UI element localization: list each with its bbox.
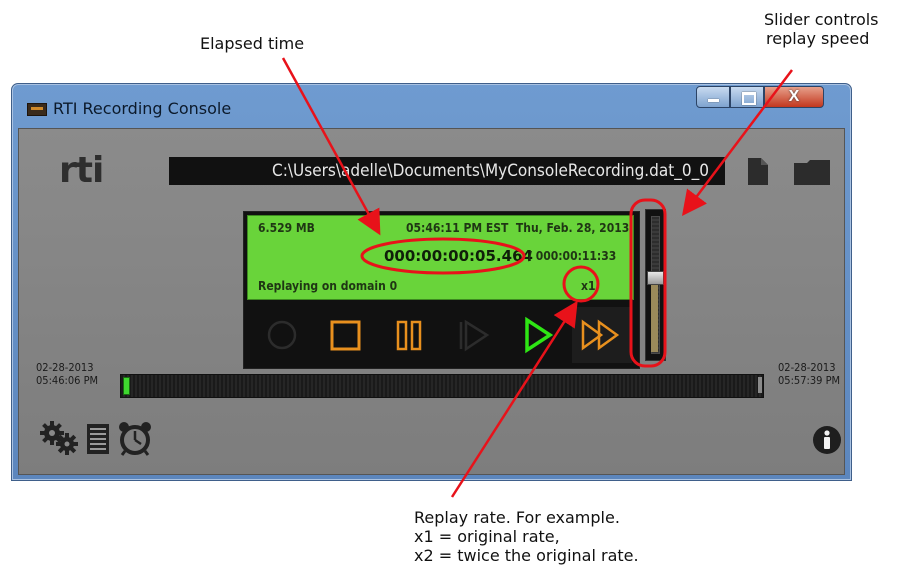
folder-icon[interactable] <box>794 160 830 185</box>
play-button[interactable] <box>508 307 568 363</box>
callout-elapsed-time: Elapsed time <box>200 34 305 53</box>
stop-button[interactable] <box>316 307 376 363</box>
callout-rate-line1: Replay rate. For example. <box>414 508 620 527</box>
elapsed-time: 000:00:00:05.464 <box>384 247 533 265</box>
step-button[interactable] <box>444 307 504 363</box>
transport-controls <box>247 307 634 363</box>
recording-console-window: RTI Recording Console X rti C:\Users\ade… <box>11 83 852 481</box>
maximize-button[interactable] <box>730 86 764 108</box>
window-title: RTI Recording Console <box>53 99 232 118</box>
app-icon <box>27 103 47 116</box>
minimize-icon <box>708 99 719 102</box>
alarm-clock-icon[interactable] <box>117 420 153 456</box>
rti-logo: rti <box>59 150 104 191</box>
timeline-end-marker <box>758 377 762 393</box>
callout-slider-line2: replay speed <box>766 29 870 48</box>
info-icon[interactable] <box>812 425 842 455</box>
status-display: 6.529 MB 05:46:11 PM EST Thu, Feb. 28, 2… <box>247 215 634 300</box>
speed-slider[interactable] <box>645 209 666 361</box>
timeline-end-time: 05:57:39 PM <box>778 374 841 387</box>
file-path-field[interactable]: C:\Users\adelle\Documents\MyConsoleRecor… <box>169 157 725 185</box>
timeline-position-marker[interactable] <box>123 377 130 395</box>
console-body: rti C:\Users\adelle\Documents\MyConsoleR… <box>18 128 845 475</box>
callout-slider-line1: Slider controls <box>764 10 879 29</box>
replay-status: Replaying on domain 0 <box>258 279 398 293</box>
settings-gears-icon[interactable] <box>39 421 79 455</box>
pause-button[interactable] <box>380 307 440 363</box>
callout-rate-line3: x2 = twice the original rate. <box>414 546 639 565</box>
recording-size: 6.529 MB <box>258 221 315 235</box>
title-bar[interactable]: RTI Recording Console X <box>12 84 851 128</box>
maximize-icon <box>742 92 756 105</box>
timeline-start-date: 02-28-2013 <box>36 361 94 374</box>
speed-slider-thumb[interactable] <box>647 270 664 285</box>
close-icon: X <box>788 88 800 105</box>
total-time: / 000:00:11:33 <box>528 249 617 263</box>
player-panel: 6.529 MB 05:46:11 PM EST Thu, Feb. 28, 2… <box>243 211 640 369</box>
timeline-end-date: 02-28-2013 <box>778 361 836 374</box>
replay-rate: x1 <box>581 279 596 293</box>
record-button[interactable] <box>252 307 312 363</box>
callout-rate-line2: x1 = original rate, <box>414 527 560 546</box>
file-icon[interactable] <box>748 158 768 185</box>
close-button[interactable]: X <box>764 86 824 108</box>
speed-slider-fill <box>651 284 658 352</box>
minimize-button[interactable] <box>696 86 730 108</box>
fast-forward-button[interactable] <box>572 307 632 363</box>
log-list-icon[interactable] <box>87 424 109 454</box>
timeline-start-time: 05:46:06 PM <box>36 374 99 387</box>
timeline-scrubber[interactable] <box>120 374 764 398</box>
current-datetime: 05:46:11 PM EST Thu, Feb. 28, 2013 <box>406 221 630 235</box>
